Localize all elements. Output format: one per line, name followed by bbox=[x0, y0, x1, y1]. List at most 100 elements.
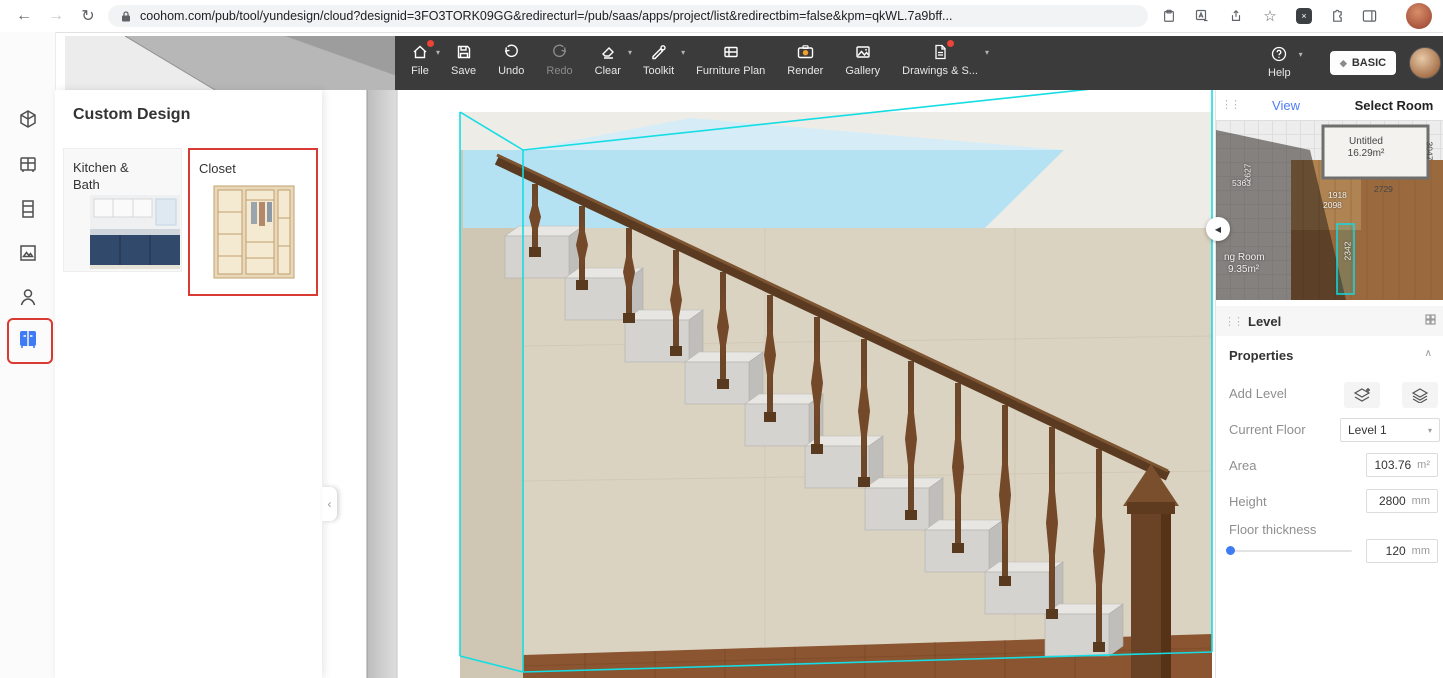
room-area: 16.29m² bbox=[1321, 148, 1411, 159]
reading-list-icon[interactable] bbox=[1160, 7, 1178, 25]
toolkit-button[interactable]: Toolkit ▾ bbox=[643, 42, 674, 77]
room2-name: ng Room bbox=[1224, 252, 1265, 263]
level-panel-header: ⋮⋮ Level bbox=[1216, 306, 1443, 336]
floor-thickness-slider-track[interactable] bbox=[1230, 550, 1352, 552]
area-label: Area bbox=[1229, 458, 1256, 473]
floorplan-minimap[interactable]: 2627 5363 Untitled 16.29m² 1918 2098 272… bbox=[1216, 120, 1443, 300]
tab-view[interactable]: View bbox=[1236, 90, 1336, 120]
notification-dot bbox=[427, 40, 434, 47]
chevron-down-icon: ▾ bbox=[985, 48, 989, 57]
render-icon bbox=[796, 42, 815, 62]
newel-post bbox=[1123, 464, 1179, 678]
translate-icon[interactable] bbox=[1193, 7, 1211, 25]
lock-icon bbox=[120, 10, 132, 23]
closet-thumbnail bbox=[208, 182, 300, 284]
toolkit-icon bbox=[650, 42, 668, 62]
file-icon bbox=[411, 42, 429, 62]
save-button[interactable]: Save bbox=[451, 42, 476, 77]
minimap-collapse-button[interactable]: ◀ bbox=[1206, 217, 1230, 241]
browser-bar: ← → ↻ coohom.com/pub/tool/yundesign/clou… bbox=[0, 0, 1443, 33]
redo-button[interactable]: Redo bbox=[546, 42, 572, 77]
room2-area: 9.35m² bbox=[1228, 264, 1259, 275]
dim-right-vertical: 3047 bbox=[1424, 142, 1434, 161]
decor-tool-button[interactable] bbox=[13, 238, 43, 268]
level-drag-handle[interactable]: ⋮⋮ bbox=[1224, 315, 1242, 328]
app-toolbar: File ▾ Save Undo Redo bbox=[395, 36, 1443, 90]
add-level-label: Add Level bbox=[1229, 386, 1287, 401]
kitchen-bath-card[interactable]: Kitchen & Bath bbox=[63, 148, 182, 272]
level-panel-menu-icon[interactable] bbox=[1425, 312, 1436, 330]
reload-button[interactable]: ↻ bbox=[76, 4, 100, 28]
copy-level-button[interactable] bbox=[1402, 382, 1438, 408]
drawings-icon bbox=[931, 42, 949, 62]
gallery-icon bbox=[854, 42, 872, 62]
chevron-down-icon: ▾ bbox=[1428, 426, 1432, 435]
clear-button[interactable]: Clear ▾ bbox=[595, 42, 621, 77]
drawings-button[interactable]: Drawings & S... ▾ bbox=[902, 42, 978, 77]
wall-tool-button[interactable] bbox=[13, 194, 43, 224]
floor-thickness-input[interactable]: 120 mm bbox=[1366, 539, 1438, 563]
user-avatar[interactable] bbox=[1409, 47, 1441, 79]
floor-thickness-label: Floor thickness bbox=[1229, 522, 1316, 537]
help-icon bbox=[1270, 44, 1288, 64]
height-label: Height bbox=[1229, 494, 1267, 509]
coohom-app: ← → ↻ coohom.com/pub/tool/yundesign/clou… bbox=[0, 0, 1443, 678]
chevron-down-icon: ▾ bbox=[1299, 50, 1303, 59]
tab-select-room[interactable]: Select Room bbox=[1344, 90, 1443, 120]
right-panel: ⋮⋮ View Select Room bbox=[1215, 90, 1443, 678]
closet-card[interactable]: Closet bbox=[188, 148, 318, 296]
bath-tool-button[interactable] bbox=[13, 150, 43, 180]
dim-mid-b: 2098 bbox=[1323, 200, 1342, 210]
chevron-down-icon: ▾ bbox=[681, 48, 685, 57]
plan-badge[interactable]: ◆ BASIC bbox=[1330, 51, 1396, 75]
dim-mid-a: 1918 bbox=[1328, 190, 1347, 200]
panel-collapse-handle[interactable]: ‹ bbox=[322, 487, 337, 521]
diamond-icon: ◆ bbox=[1340, 58, 1347, 69]
render-button[interactable]: Render bbox=[787, 42, 823, 77]
bookmark-star-icon[interactable]: ☆ bbox=[1261, 7, 1279, 25]
level-title: Level bbox=[1248, 314, 1281, 329]
dim-mid-c: 2729 bbox=[1374, 184, 1393, 194]
current-floor-select[interactable]: Level 1 ▾ bbox=[1340, 418, 1440, 442]
gallery-button[interactable]: Gallery bbox=[845, 42, 880, 77]
floor-thickness-slider-handle[interactable] bbox=[1226, 546, 1235, 555]
file-button[interactable]: File ▾ bbox=[411, 42, 429, 77]
furniture-plan-button[interactable]: Furniture Plan bbox=[696, 42, 765, 77]
account-button[interactable] bbox=[13, 282, 43, 312]
back-button[interactable]: ← bbox=[12, 4, 36, 28]
forward-button[interactable]: → bbox=[44, 4, 68, 28]
extensions-puzzle-icon[interactable] bbox=[1327, 7, 1345, 25]
url-text: coohom.com/pub/tool/yundesign/cloud?desi… bbox=[140, 9, 1130, 23]
wall-corner bbox=[367, 90, 397, 678]
share-icon[interactable] bbox=[1227, 7, 1245, 25]
custom-design-panel: Custom Design Kitchen & Bath Closet bbox=[55, 90, 322, 678]
browser-profile-avatar[interactable] bbox=[1406, 3, 1432, 29]
chevron-down-icon: ▾ bbox=[628, 48, 632, 57]
modeling-tool-button[interactable] bbox=[13, 104, 43, 134]
collapse-section-icon[interactable]: ∧ bbox=[1425, 348, 1432, 359]
redo-icon bbox=[551, 42, 569, 62]
side-panel-icon[interactable] bbox=[1360, 7, 1378, 25]
panel-title: Custom Design bbox=[73, 106, 190, 124]
extension-badge-icon[interactable]: × bbox=[1295, 7, 1313, 25]
save-icon bbox=[455, 42, 473, 62]
dim-stair-vertical: 2342 bbox=[1342, 242, 1352, 261]
undo-icon bbox=[502, 42, 520, 62]
view-tabbar: ⋮⋮ View Select Room bbox=[1216, 90, 1443, 121]
address-bar[interactable]: coohom.com/pub/tool/yundesign/cloud?desi… bbox=[108, 5, 1148, 27]
room-name: Untitled bbox=[1321, 136, 1411, 147]
chevron-down-icon: ▾ bbox=[436, 48, 440, 57]
current-floor-label: Current Floor bbox=[1229, 422, 1306, 437]
furniture-plan-icon bbox=[722, 42, 740, 62]
left-toolbar bbox=[0, 32, 56, 678]
custom-design-tool-button[interactable] bbox=[13, 324, 43, 354]
area-input[interactable]: 103.76 m² bbox=[1366, 453, 1438, 477]
ceiling-wedge bbox=[65, 36, 397, 90]
clear-icon bbox=[599, 42, 617, 62]
height-input[interactable]: 2800 mm bbox=[1366, 489, 1438, 513]
properties-label: Properties bbox=[1229, 348, 1293, 363]
help-button[interactable]: Help ▾ bbox=[1268, 44, 1291, 79]
kitchen-thumbnail bbox=[90, 195, 180, 269]
undo-button[interactable]: Undo bbox=[498, 42, 524, 77]
add-level-button[interactable] bbox=[1344, 382, 1380, 408]
